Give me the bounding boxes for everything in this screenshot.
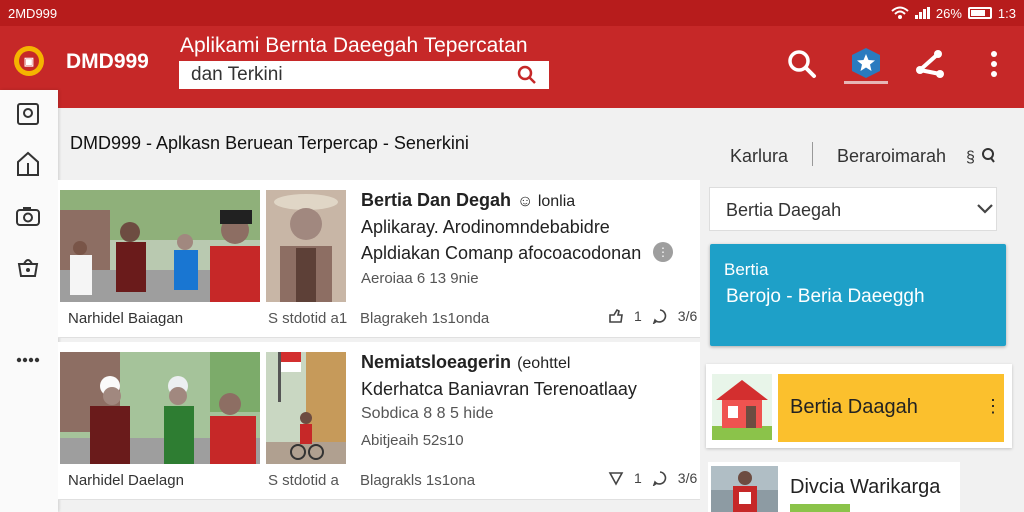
news-photo bbox=[60, 190, 260, 302]
news-list-item[interactable]: Divcia Warikarga bbox=[708, 462, 960, 512]
comment-count: 3/6 bbox=[677, 470, 698, 486]
news-card[interactable]: Nemiatsloeagerin (eohttel Kderhatca Bania… bbox=[58, 342, 700, 500]
more-vert-icon bbox=[991, 51, 997, 77]
more-horiz-icon bbox=[16, 357, 40, 363]
news-category: Blagrakeh 1s1onda bbox=[360, 310, 490, 327]
search-icon bbox=[788, 50, 816, 78]
battery-icon bbox=[967, 7, 992, 19]
news-feed: Bertia Dan Degah ☺ lonlia Aplikaray. Arod… bbox=[58, 180, 700, 512]
house-illustration bbox=[712, 374, 772, 440]
basket-icon bbox=[17, 259, 39, 277]
comment-icon[interactable] bbox=[652, 308, 668, 324]
search-icon[interactable]: § bbox=[966, 146, 1000, 166]
status-time: 1:3 bbox=[997, 5, 1016, 21]
news-actions: 1 3/6 bbox=[608, 470, 697, 486]
search-button[interactable] bbox=[780, 44, 824, 84]
news-desc: Apldiakan Comanp afocoacodonan bbox=[361, 243, 642, 263]
news-category: Blagrakls 1s1ona bbox=[360, 472, 476, 489]
like-icon[interactable] bbox=[608, 470, 624, 486]
search-submit-button[interactable] bbox=[505, 61, 549, 89]
news-actions: 1 3/6 bbox=[608, 308, 697, 324]
app-headline: Aplikami Bernta Daeegah Tepercatan bbox=[180, 34, 528, 57]
more-vert-icon[interactable]: ⋮ bbox=[984, 396, 1002, 417]
status-right: 26% 1:3 bbox=[891, 6, 1016, 21]
nav-item-camera[interactable] bbox=[14, 202, 42, 230]
app-logo[interactable]: ▣ bbox=[14, 46, 44, 76]
search-icon bbox=[517, 65, 536, 84]
page-title: DMD999 - Aplkasn Beruean Terpercap - Sen… bbox=[70, 133, 469, 153]
profile-icon bbox=[17, 103, 39, 125]
featured-title: Berojo - Beria Daeeggh bbox=[726, 286, 925, 307]
wifi-icon bbox=[891, 6, 909, 19]
share-icon bbox=[916, 50, 944, 78]
news-caption: S stdotid a1 bbox=[268, 310, 348, 327]
tab-karlura[interactable]: Karlura bbox=[730, 146, 788, 167]
news-caption: Narhidel Baiagan bbox=[68, 310, 184, 327]
promo-card[interactable]: Bertia Daagah ⋮ bbox=[706, 364, 1012, 448]
side-nav bbox=[0, 90, 58, 512]
nav-item-more[interactable] bbox=[14, 346, 42, 374]
news-desc: Sobdica 8 8 5 hide bbox=[361, 405, 494, 422]
signal-icon bbox=[914, 7, 930, 19]
news-photo bbox=[60, 352, 260, 464]
category-tabs: Karlura Beraroimarah § bbox=[700, 136, 1024, 172]
tab-divider bbox=[812, 142, 813, 166]
search-bar bbox=[179, 61, 549, 89]
like-count: 1 bbox=[634, 470, 642, 486]
battery-percent: 26% bbox=[935, 5, 962, 21]
dropdown-selected: Bertia Daegah bbox=[726, 200, 842, 220]
overflow-menu-button[interactable] bbox=[972, 44, 1016, 84]
news-title-text: Nemiatsloeagerin bbox=[361, 352, 512, 372]
news-meta: Abitjeaih 52s10 bbox=[361, 432, 464, 449]
featured-label: Bertia bbox=[724, 260, 769, 279]
news-caption: Narhidel Daelagn bbox=[68, 472, 184, 489]
nav-item-basket[interactable] bbox=[14, 252, 42, 280]
news-card[interactable]: Bertia Dan Degah ☺ lonlia Aplikaray. Arod… bbox=[58, 180, 700, 338]
app-bar: ▣ DMD999 Aplikami Bernta Daeegah Teperca… bbox=[0, 26, 1024, 108]
news-photo bbox=[266, 190, 346, 302]
options-button[interactable]: ⋮ bbox=[653, 242, 673, 262]
more-vert-icon: ⋮ bbox=[657, 245, 669, 259]
like-count: 1 bbox=[634, 308, 642, 324]
category-dropdown[interactable]: Bertia Daegah bbox=[709, 187, 997, 231]
tab-beraroimarah[interactable]: Beraroimarah bbox=[837, 146, 946, 167]
status-bar: 2MD999 26% 1:3 bbox=[0, 0, 1024, 26]
news-photo bbox=[266, 352, 346, 464]
chevron-down-icon bbox=[977, 204, 993, 214]
appbar-actions bbox=[780, 44, 1016, 84]
news-list-title: Divcia Warikarga bbox=[790, 476, 941, 498]
star-icon bbox=[852, 47, 880, 78]
brand-name: DMD999 bbox=[66, 50, 149, 73]
search-input[interactable] bbox=[179, 61, 505, 89]
news-source: ☺ lonlia bbox=[517, 193, 576, 210]
featured-card[interactable]: Bertia Berojo - Beria Daeeggh bbox=[710, 244, 1006, 346]
news-desc: Kderhatca Baniavran Terenoatlaay bbox=[361, 379, 637, 399]
share-button[interactable] bbox=[908, 44, 952, 84]
news-title-text: Bertia Dan Degah bbox=[361, 190, 512, 210]
tag-strip bbox=[790, 504, 850, 512]
status-left-label: 2MD999 bbox=[8, 5, 58, 21]
home-icon bbox=[17, 151, 39, 176]
svg-text:§: § bbox=[966, 149, 975, 166]
news-title[interactable]: Bertia Dan Degah ☺ lonlia bbox=[361, 190, 575, 211]
nav-item-home[interactable] bbox=[14, 150, 42, 178]
news-title[interactable]: Nemiatsloeagerin (eohttel bbox=[361, 352, 570, 373]
camera-icon bbox=[16, 207, 40, 226]
news-desc: Aplikaray. Arodinomndebabidre bbox=[361, 217, 610, 237]
news-caption: S stdotid a bbox=[268, 472, 339, 489]
nav-item-profile[interactable] bbox=[14, 100, 42, 128]
favorites-button[interactable] bbox=[844, 44, 888, 84]
like-icon[interactable] bbox=[608, 308, 624, 324]
news-photo bbox=[711, 466, 778, 512]
comment-count: 3/6 bbox=[677, 308, 698, 324]
news-source: (eohttel bbox=[517, 355, 571, 372]
news-meta: Aeroiaa 6 13 9nie bbox=[361, 270, 479, 287]
logo-mark-icon: ▣ bbox=[19, 51, 39, 71]
promo-label: Bertia Daagah bbox=[790, 396, 918, 418]
promo-banner[interactable]: Bertia Daagah ⋮ bbox=[778, 374, 1004, 442]
comment-icon[interactable] bbox=[652, 470, 668, 486]
